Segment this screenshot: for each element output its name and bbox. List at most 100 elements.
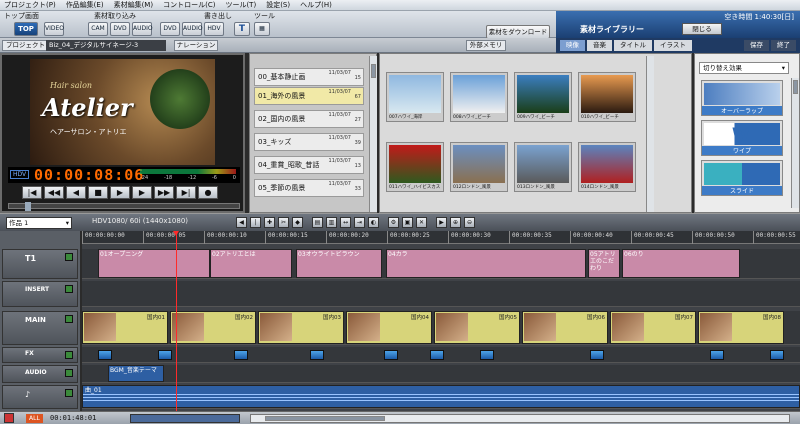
main-clip[interactable]: 国内08 [698, 311, 784, 344]
fast-forward-button[interactable]: ▶▶ [154, 185, 174, 199]
zoom-out-icon[interactable]: ⊖ [464, 217, 475, 228]
marker-icon[interactable]: ◆ [292, 217, 303, 228]
playhead[interactable] [173, 231, 179, 413]
track-lock-toggle[interactable] [65, 253, 73, 261]
title-clip[interactable]: 03オウライトビラウン [296, 249, 382, 278]
transitions-scrollbar[interactable] [791, 78, 799, 208]
add-icon[interactable]: ✚ [264, 217, 275, 228]
menu-project[interactable]: プロジェクト(P) [4, 0, 56, 10]
transition-marker[interactable] [158, 350, 172, 360]
record-button[interactable]: ● [198, 185, 218, 199]
tab-illustration[interactable]: イラスト [654, 40, 692, 51]
track-b-icon[interactable]: ▥ [326, 217, 337, 228]
step-back-button[interactable]: ◀ [66, 185, 86, 199]
library-scrollbar[interactable] [646, 56, 654, 212]
track-lock-toggle[interactable] [65, 389, 73, 397]
main-clip[interactable]: 国内07 [610, 311, 696, 344]
transition-wipe[interactable]: W ワイプ [701, 120, 783, 156]
audio-import-button[interactable]: AUDIO [132, 22, 153, 36]
transition-marker[interactable] [384, 350, 398, 360]
folder-list-scrollbar[interactable] [369, 56, 377, 212]
narration-button[interactable]: ナレーション [174, 40, 218, 51]
main-clip[interactable]: 国内02 [170, 311, 256, 344]
delete-icon[interactable]: ✕ [416, 217, 427, 228]
timeline-ruler[interactable]: 00:00:00:00 00:00:00:05 00:00:00:10 00:00:0… [82, 231, 800, 244]
exit-button[interactable]: 終了 [771, 40, 796, 51]
menu-control[interactable]: コントロール(C) [163, 0, 215, 10]
main-clip[interactable]: 国内06 [522, 311, 608, 344]
main-clip[interactable]: 国内03 [258, 311, 344, 344]
main-clip[interactable]: 国内05 [434, 311, 520, 344]
track-lock-toggle[interactable] [65, 315, 73, 323]
title-tool-button[interactable]: T [234, 22, 250, 36]
tab-video[interactable]: 映像 [560, 40, 585, 51]
go-start-button[interactable]: |◀ [22, 185, 42, 199]
track-lock-toggle[interactable] [65, 285, 73, 293]
play-button[interactable]: ▶ [110, 185, 130, 199]
track-lock-toggle[interactable] [65, 369, 73, 377]
library-close-button[interactable]: 閉じる [682, 23, 722, 35]
transition-marker[interactable] [234, 350, 248, 360]
preview-position-slider[interactable] [8, 202, 240, 211]
scrollbar-thumb[interactable] [371, 64, 376, 78]
menu-help[interactable]: ヘルプ(H) [300, 0, 332, 10]
menu-material[interactable]: 素材編集(M) [114, 0, 154, 10]
library-thumbnail[interactable]: 011ハワイ_ハイビスカス [386, 142, 444, 192]
list-item[interactable]: 02_国内の風景 11/03/07 27 [254, 110, 364, 128]
list-item[interactable]: 01_海外の風景 11/03/07 67 [254, 87, 364, 105]
camera-import-button[interactable]: CAM [88, 22, 108, 36]
trim-icon[interactable]: ↔ [340, 217, 351, 228]
library-thumbnail[interactable]: 010ハワイ_ビーチ [578, 72, 636, 122]
rewind-button[interactable]: ◀◀ [44, 185, 64, 199]
list-item[interactable]: 05_季節の風景 11/03/07 33 [254, 179, 364, 197]
tab-title[interactable]: タイトル [614, 40, 652, 51]
transition-slide[interactable]: スライド [701, 160, 783, 196]
transition-marker[interactable] [310, 350, 324, 360]
scrollbar-thumb[interactable] [793, 80, 798, 94]
main-clip[interactable]: 国内01 [82, 311, 168, 344]
hdv-export-button[interactable]: HDV [204, 22, 224, 36]
main-clip[interactable]: 国内04 [346, 311, 432, 344]
video-import-button[interactable]: VIDEO [44, 22, 64, 36]
zoom-control[interactable] [130, 414, 240, 423]
transition-category-select[interactable]: 切り替え効果 ▾ [699, 62, 789, 74]
library-thumbnail[interactable]: 012ロンドン_風景 [450, 142, 508, 192]
stop-button[interactable]: ■ [88, 185, 108, 199]
library-thumbnail[interactable]: 014ロンドン_風景 [578, 142, 636, 192]
title-clip[interactable]: 02アトリエとは [210, 249, 292, 278]
step-forward-button[interactable]: ▶ [132, 185, 152, 199]
download-material-button[interactable]: 素材をダウンロード [486, 25, 550, 39]
go-end-button[interactable]: ▶| [176, 185, 196, 199]
sequence-select[interactable]: 作品 1 ▾ [6, 217, 72, 229]
library-thumbnail[interactable]: 007ハワイ_海岸 [386, 72, 444, 122]
library-thumbnail[interactable]: 008ハワイ_ビーチ [450, 72, 508, 122]
transition-marker[interactable] [770, 350, 784, 360]
delete-icon[interactable] [4, 413, 14, 423]
folder-tool-button[interactable]: ▦ [254, 22, 270, 36]
timeline-scrollbar[interactable] [250, 414, 790, 423]
scrollbar-thumb[interactable] [265, 416, 385, 421]
frame-icon[interactable]: ▣ [402, 217, 413, 228]
external-memory-button[interactable]: 外部メモリー [466, 40, 506, 58]
transition-marker[interactable] [98, 350, 112, 360]
list-item[interactable]: 04_重賞_昭歌_昔話 11/03/07 13 [254, 156, 364, 174]
track-lock-toggle[interactable] [65, 351, 73, 359]
tab-music[interactable]: 音楽 [587, 40, 612, 51]
step-back-icon[interactable]: ◀ [236, 217, 247, 228]
library-thumbnail[interactable]: 013ロンドン_風景 [514, 142, 572, 192]
transition-marker[interactable] [590, 350, 604, 360]
settings-icon[interactable]: ⚙ [388, 217, 399, 228]
cut-icon[interactable]: ✂ [278, 217, 289, 228]
title-clip[interactable]: 05アトリエのこだわり [588, 249, 620, 278]
zoom-in-icon[interactable]: ⊕ [450, 217, 461, 228]
fade-icon[interactable]: ◐ [368, 217, 379, 228]
library-thumbnail[interactable]: 009ハワイ_ビーチ [514, 72, 572, 122]
top-button[interactable]: TOP [14, 22, 38, 36]
menu-edit[interactable]: 作品編集(E) [66, 0, 104, 10]
transition-marker[interactable] [430, 350, 444, 360]
dvd-import-button[interactable]: DVD [110, 22, 130, 36]
list-item[interactable]: 00_基本静止画 11/03/07 15 [254, 68, 364, 86]
menu-settings[interactable]: 設定(S) [266, 0, 290, 10]
transition-marker[interactable] [480, 350, 494, 360]
audio-export-button[interactable]: AUDIO [182, 22, 203, 36]
